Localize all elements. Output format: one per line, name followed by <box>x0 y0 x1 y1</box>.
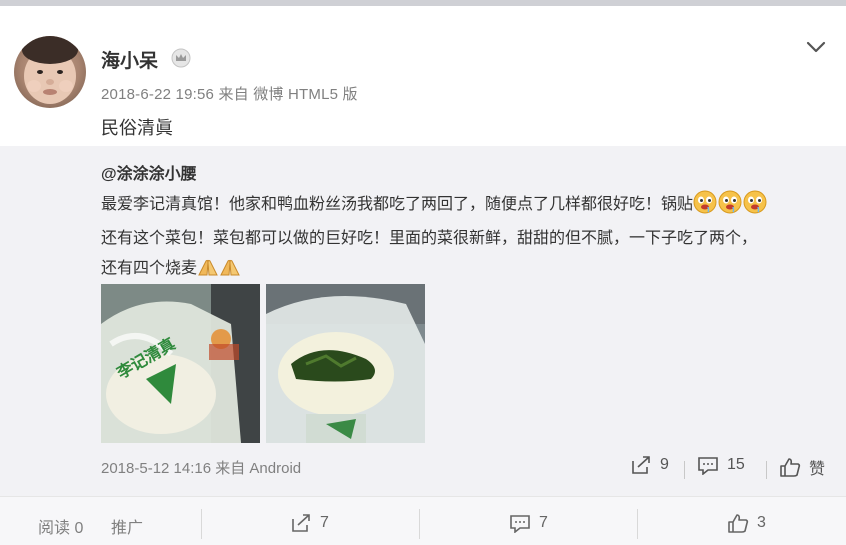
original-like-button[interactable]: 赞 <box>779 455 825 479</box>
share-icon <box>632 456 650 474</box>
original-meta: 2018-5-12 14:16 来自 Android <box>101 460 302 477</box>
bun-in-bag-photo: 李记清真 <box>101 284 260 443</box>
comment-icon <box>510 515 530 533</box>
praying-hands-emoji-icon <box>198 259 218 276</box>
forward-button[interactable]: 7 <box>290 513 329 533</box>
action-bar: 阅读 0 推广 7 7 3 <box>0 496 846 545</box>
vegetable-bun-photo <box>266 284 425 443</box>
original-text-3: 还有四个烧麦 <box>101 260 198 277</box>
like-count: 3 <box>757 514 766 531</box>
divider <box>684 461 685 479</box>
comment-button[interactable]: 7 <box>509 513 548 533</box>
crown-badge-icon[interactable] <box>171 48 191 68</box>
post-meta: 2018-6-22 19:56 来自 微博 HTML5 版 <box>101 86 358 103</box>
divider <box>637 509 638 539</box>
chevron-down-icon[interactable] <box>806 40 826 54</box>
original-forward-button[interactable]: 9 <box>630 455 669 475</box>
original-comment-button[interactable]: 15 <box>697 455 745 475</box>
original-text-line-1: 最爱李记清真馆！他家和鸭血粉丝汤我都吃了两回了，随便点了几样都很好吃！锅贴 <box>101 190 768 214</box>
drool-face-emoji-icon <box>743 190 767 214</box>
original-like-label: 赞 <box>809 461 826 478</box>
read-count: 阅读 0 <box>38 520 84 537</box>
praying-hands-emoji-icon <box>220 259 240 276</box>
post-text: 民俗清眞 <box>101 118 173 138</box>
drool-face-emoji-icon <box>718 190 742 214</box>
original-author-link[interactable]: @涂涂涂小腰 <box>101 160 197 184</box>
forward-count: 7 <box>320 514 329 531</box>
repost-box: @涂涂涂小腰 最爱李记清真馆！他家和鸭血粉丝汤我都吃了两回了，随便点了几样都很好… <box>0 146 846 496</box>
divider <box>419 509 420 539</box>
original-forward-count: 9 <box>660 456 669 473</box>
original-comment-count: 15 <box>727 456 745 473</box>
original-text-line-3: 还有四个烧麦 <box>101 254 241 278</box>
thumbs-up-icon <box>780 458 801 477</box>
drool-face-emoji-icon <box>693 190 717 214</box>
author-name[interactable]: 海小呆 <box>101 46 158 73</box>
original-text-line-2: 还有这个菜包！菜包都可以做的巨好吃！里面的菜很新鲜，甜甜的但不腻，一下子吃了两个… <box>101 230 758 247</box>
photo-thumbnail-1[interactable]: 李记清真 <box>101 284 260 443</box>
like-button[interactable]: 3 <box>727 513 766 533</box>
avatar[interactable] <box>14 36 86 108</box>
photo-thumbnail-2[interactable] <box>266 284 425 443</box>
divider <box>766 461 767 479</box>
share-icon <box>292 514 310 532</box>
divider <box>201 509 202 539</box>
comment-count: 7 <box>539 514 548 531</box>
original-text-1: 最爱李记清真馆！他家和鸭血粉丝汤我都吃了两回了，随便点了几样都很好吃！锅贴 <box>101 196 694 213</box>
comment-icon <box>698 457 718 475</box>
promote-link[interactable]: 推广 <box>111 514 143 538</box>
weibo-card: 海小呆 2018-6-22 19:56 来自 微博 HTML5 版 民俗清眞 @… <box>0 6 846 545</box>
avatar-image <box>22 36 78 104</box>
thumbs-up-icon <box>728 514 749 533</box>
